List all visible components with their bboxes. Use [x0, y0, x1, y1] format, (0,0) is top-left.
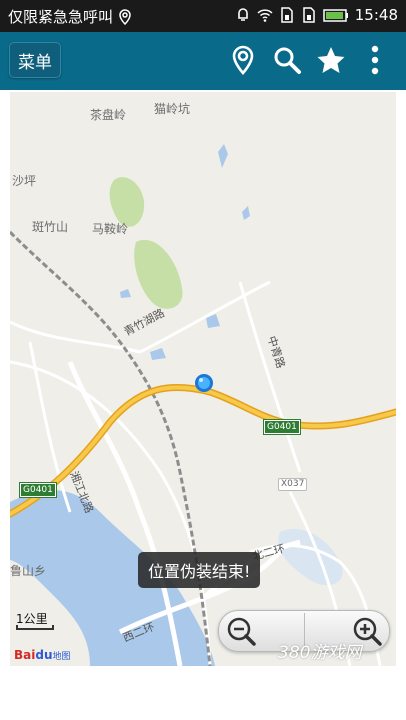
current-location-marker [195, 374, 213, 392]
scale-bar [16, 625, 54, 630]
search-icon[interactable] [271, 44, 303, 76]
watermark: 380游戏网 [278, 643, 362, 663]
sim2-icon [301, 7, 317, 23]
status-bar: 仅限紧急急呼叫 15:48 [0, 0, 406, 32]
alarm-icon [235, 7, 251, 23]
map-view[interactable]: 茶盘岭 猫岭坑 沙坪 斑竹山 马鞍岭 鲁山乡 青竹湖路 中青路 湘江北路 北二环… [10, 92, 396, 666]
wifi-icon [257, 7, 273, 23]
toast-message: 位置伪装结束! [138, 552, 261, 588]
place-label: 茶盘岭 [90, 108, 127, 122]
highway-shield: G0401 [263, 419, 301, 435]
app-bar: 菜单 [0, 32, 406, 90]
emergency-call-text: 仅限紧急急呼叫 [8, 8, 114, 26]
overflow-menu-icon[interactable] [362, 44, 388, 76]
zoom-out-icon [227, 617, 256, 646]
place-label: 鲁山乡 [10, 564, 47, 578]
clock: 15:48 [354, 6, 398, 24]
place-label: 马鞍岭 [92, 222, 129, 236]
place-label: 斑竹山 [32, 220, 69, 234]
location-pin-icon[interactable] [227, 44, 259, 76]
zoom-out-button[interactable] [225, 615, 257, 647]
baidu-map-logo: Baidu地图 [14, 648, 71, 662]
park-area [134, 239, 183, 309]
highway-shield: G0401 [19, 482, 57, 498]
sim1-icon [279, 7, 295, 23]
battery-icon [323, 7, 349, 23]
menu-button[interactable]: 菜单 [9, 42, 61, 78]
star-icon[interactable] [315, 44, 347, 76]
county-road-shield: X037 [278, 478, 308, 491]
place-label: 沙坪 [12, 174, 37, 188]
location-pin-icon [117, 8, 133, 25]
place-label: 猫岭坑 [154, 102, 191, 116]
